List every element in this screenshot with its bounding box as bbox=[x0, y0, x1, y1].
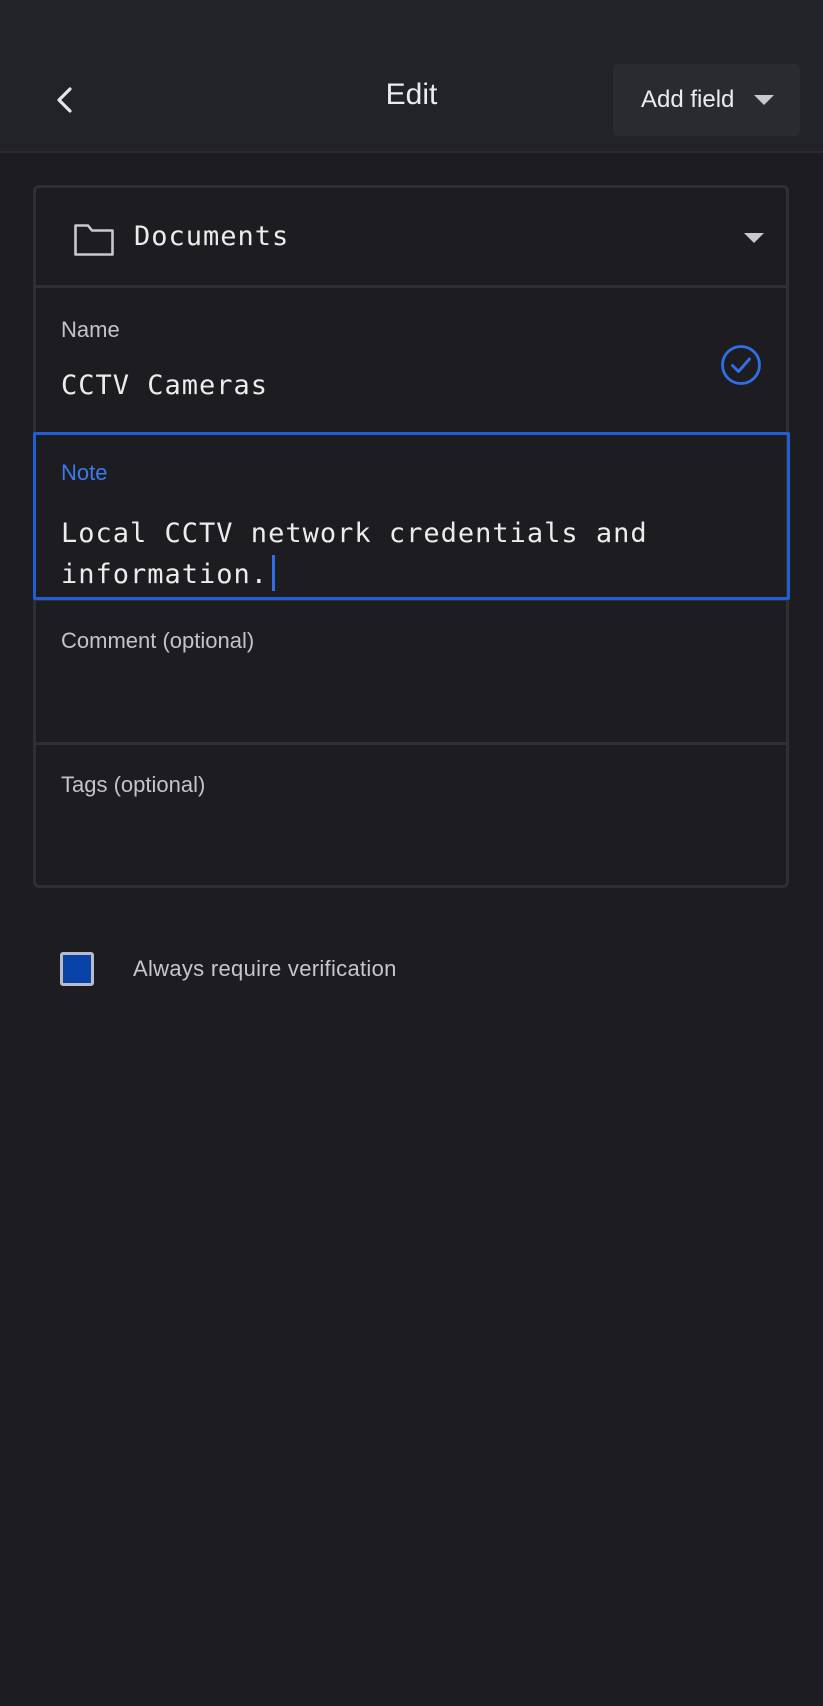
text-cursor bbox=[272, 555, 276, 591]
name-field[interactable]: Name CCTV Cameras bbox=[36, 288, 786, 429]
note-line-2: information. bbox=[61, 559, 269, 590]
app-bar: Edit Add field bbox=[0, 0, 823, 153]
note-input[interactable]: Local CCTV network credentials and infor… bbox=[61, 513, 648, 595]
verification-row: Always require verification bbox=[60, 947, 397, 991]
folder-icon bbox=[74, 224, 114, 256]
comment-label: Comment (optional) bbox=[61, 628, 255, 653]
tags-label: Tags (optional) bbox=[61, 772, 206, 797]
add-field-label: Add field bbox=[641, 86, 735, 113]
name-label: Name bbox=[61, 317, 120, 342]
chevron-left-icon bbox=[57, 87, 72, 113]
folder-name: Documents bbox=[134, 221, 290, 252]
note-line-1: Local CCTV network credentials and bbox=[61, 518, 648, 549]
verification-label: Always require verification bbox=[133, 956, 397, 981]
folder-selector[interactable]: Documents bbox=[36, 188, 786, 285]
name-input[interactable]: CCTV Cameras bbox=[61, 370, 268, 401]
back-button[interactable] bbox=[40, 72, 90, 128]
note-field[interactable]: Note Local CCTV network credentials and … bbox=[33, 432, 790, 600]
comment-field[interactable]: Comment (optional) bbox=[36, 601, 786, 742]
check-circle-icon bbox=[721, 345, 761, 385]
chevron-down-icon bbox=[754, 95, 774, 105]
verification-checkbox[interactable] bbox=[60, 952, 94, 986]
note-label: Note bbox=[61, 460, 108, 485]
chevron-down-icon bbox=[744, 233, 764, 243]
add-field-button[interactable]: Add field bbox=[613, 64, 800, 136]
tags-field[interactable]: Tags (optional) bbox=[36, 745, 786, 885]
